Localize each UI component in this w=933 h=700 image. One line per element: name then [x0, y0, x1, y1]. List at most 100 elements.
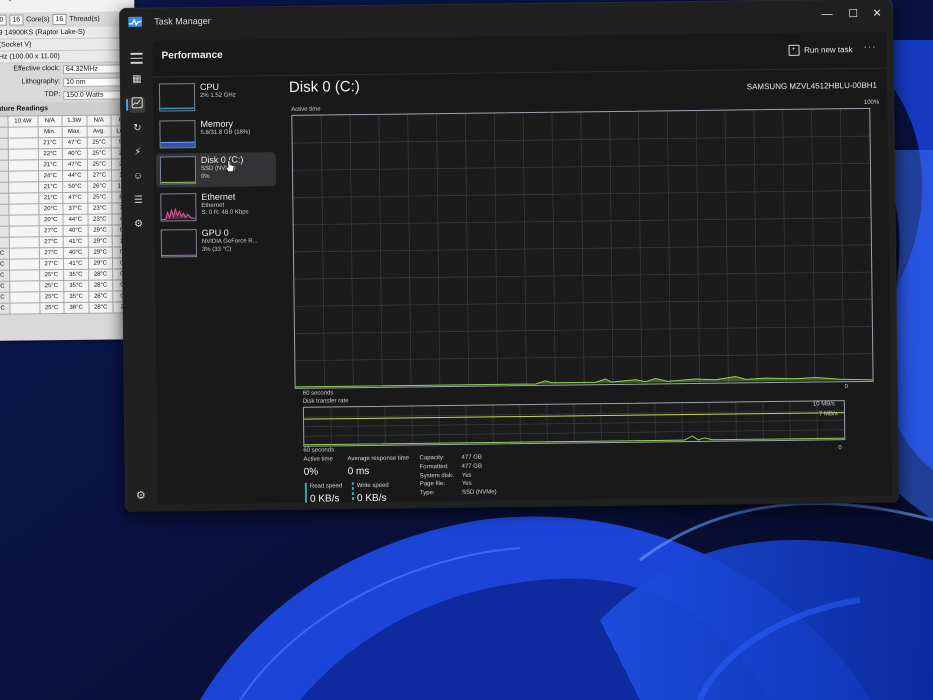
settings-gear-icon[interactable]: ⚙ — [136, 489, 146, 502]
bg-cell: C — [0, 292, 11, 304]
transfer-rate-graph — [302, 400, 846, 447]
response-time-label: Average response time — [347, 455, 410, 463]
maximize-button[interactable]: ☐ — [844, 6, 862, 22]
bg-cell — [10, 302, 40, 315]
bg-cell — [0, 116, 9, 128]
bg-cell — [9, 225, 39, 238]
bg-cell: 25°C — [87, 148, 112, 160]
property-key: Type: — [419, 490, 435, 497]
bg-cell — [8, 181, 39, 194]
bg-col-header: Avg. — [86, 126, 112, 138]
bg-cell: 44°C — [62, 214, 88, 226]
close-button[interactable]: ✕ — [868, 6, 886, 22]
more-options-button[interactable]: ··· — [863, 42, 876, 53]
hamburger-menu-icon[interactable] — [130, 52, 143, 67]
write-speed-indicator — [351, 482, 354, 503]
disk-stats: Active time 0% Average response time 0 m… — [303, 450, 864, 511]
device-disk-0[interactable]: Disk 0 (C:) SSD (NVMe) 0% — [155, 152, 277, 188]
bg-cell: 40°C — [63, 247, 89, 259]
device-list: CPU 2% 1.52 GHz Memory 5.8/31.8 GB (18%)… — [155, 79, 277, 263]
transfer-rate-graph-label: Disk transfer rate — [302, 398, 349, 405]
bg-cell: 29°C — [87, 225, 113, 237]
bg-prop-key: Lithography: — [21, 78, 61, 86]
bg-cell: 29°C — [88, 258, 113, 270]
bg-cell — [0, 160, 9, 172]
bg-cell: 25°C — [39, 291, 64, 303]
performance-icon[interactable] — [129, 96, 146, 113]
bg-cell: 24°C — [38, 170, 63, 182]
rate-time-span-label: 60 seconds — [303, 447, 335, 454]
bg-cell: 1.3W — [61, 115, 87, 127]
rate-max-label: 10 MB/s — [812, 401, 835, 408]
app-history-icon[interactable]: ↻ — [129, 121, 145, 137]
page-title: Performance — [161, 49, 223, 62]
bg-cell: C — [0, 281, 11, 293]
bg-cell — [8, 126, 38, 139]
bg-cell: 20°C — [38, 203, 63, 215]
users-icon[interactable]: ☺ — [130, 169, 146, 185]
graph-time-span-label: 60 seconds — [302, 390, 334, 397]
bg-cell: 27°C — [87, 170, 112, 182]
bg-cell: 23°C — [87, 214, 112, 226]
run-task-icon: + — [788, 44, 800, 56]
bg-cell: 27°C — [38, 236, 64, 248]
task-manager-app-icon — [128, 16, 143, 27]
device-detail: Ethernet S: 0 R: 48.0 Kbps — [201, 202, 249, 217]
bg-cell: 41°C — [63, 258, 89, 270]
bg-cell: 47°C — [61, 137, 88, 149]
active-time-label: Active time — [303, 456, 333, 463]
property-value: 477 GB — [461, 454, 482, 461]
bg-cell — [9, 203, 39, 216]
bg-cell — [0, 149, 9, 161]
page-header: Performance + Run new task ··· — [152, 31, 887, 78]
task-manager-window[interactable]: Task Manager — ☐ ✕ ▦ ↻ ⚡ ☺ ☰ ⚙ ⚙ Perform… — [120, 0, 899, 511]
bg-cell: 28°C — [88, 291, 113, 303]
services-icon[interactable]: ⚙ — [131, 217, 147, 233]
disk-property-row: Type: SSD (NVMe) — [420, 490, 497, 500]
bg-cell — [0, 182, 10, 194]
startup-apps-icon[interactable]: ⚡ — [130, 145, 146, 161]
run-new-task-button[interactable]: + Run new task — [788, 44, 853, 56]
bg-prop-key: Effective clock: — [13, 65, 61, 73]
disk-model: SAMSUNG MZVL4512HBLU-00BH1 — [746, 80, 878, 92]
bg-cell — [0, 138, 9, 150]
bg-cell — [9, 280, 40, 293]
bg-sensor-table: 10.4WN/A1.3WN/A8%Min.Max.Avg.Load21°C47°… — [0, 114, 138, 315]
bg-cell — [8, 159, 39, 172]
background-sensor-window[interactable]: Help 0 16 Core(s) 16 Thread(s) 9 14900KS… — [0, 0, 138, 341]
bg-cell: 47°C — [62, 159, 88, 171]
bg-cell — [8, 170, 39, 183]
bg-cell: 36°C — [63, 302, 89, 314]
device-name: CPU — [199, 81, 220, 93]
device-detail: NVIDIA GeForce R... 3% (33 °C) — [201, 238, 258, 253]
device-gpu-0[interactable]: GPU 0 NVIDIA GeForce R... 3% (33 °C) — [157, 225, 277, 260]
device-ethernet[interactable]: Ethernet Ethernet S: 0 R: 48.0 Kbps — [156, 189, 276, 224]
bg-props: Effective clock: 64.32MHz Lithography: 10 n… — [0, 62, 135, 102]
disk-properties: Capacity: 477 GB Formatted: 477 GB System di… — [419, 454, 496, 499]
bg-cell: 37°C — [62, 203, 88, 215]
bg-cell: 27°C — [38, 247, 64, 259]
bg-cell — [0, 226, 10, 238]
bg-cell: 21°C — [38, 192, 63, 204]
device-cpu[interactable]: CPU 2% 1.52 GHz — [155, 79, 275, 114]
bg-cell — [0, 204, 10, 216]
active-time-graph-label: Active time — [291, 106, 321, 113]
details-icon[interactable]: ☰ — [130, 193, 146, 209]
disk-detail-panel: Disk 0 (C:) SAMSUNG MZVL4512HBLU-00BH1 A… — [289, 72, 886, 505]
active-time-graph — [291, 107, 874, 389]
bg-cell: 25°C — [87, 192, 112, 204]
bg-cell: 41°C — [62, 236, 89, 248]
read-speed-label: Read speed — [309, 483, 343, 490]
bg-cell — [0, 237, 10, 249]
bg-cell: C — [0, 270, 10, 282]
bg-cell: 21°C — [37, 137, 63, 149]
processes-icon[interactable]: ▦ — [129, 72, 145, 88]
bg-core-fields: 0 16 Core(s) 16 Thread(s) — [0, 11, 135, 27]
bg-cell: 47°C — [62, 192, 88, 204]
bg-cell — [9, 214, 39, 227]
device-memory[interactable]: Memory 5.8/31.8 GB (18%) — [155, 116, 275, 151]
bg-field-1: 0 — [0, 14, 7, 26]
bg-cell — [9, 247, 40, 260]
minimize-button[interactable]: — — [818, 6, 836, 22]
bg-cell: 44°C — [62, 170, 88, 182]
